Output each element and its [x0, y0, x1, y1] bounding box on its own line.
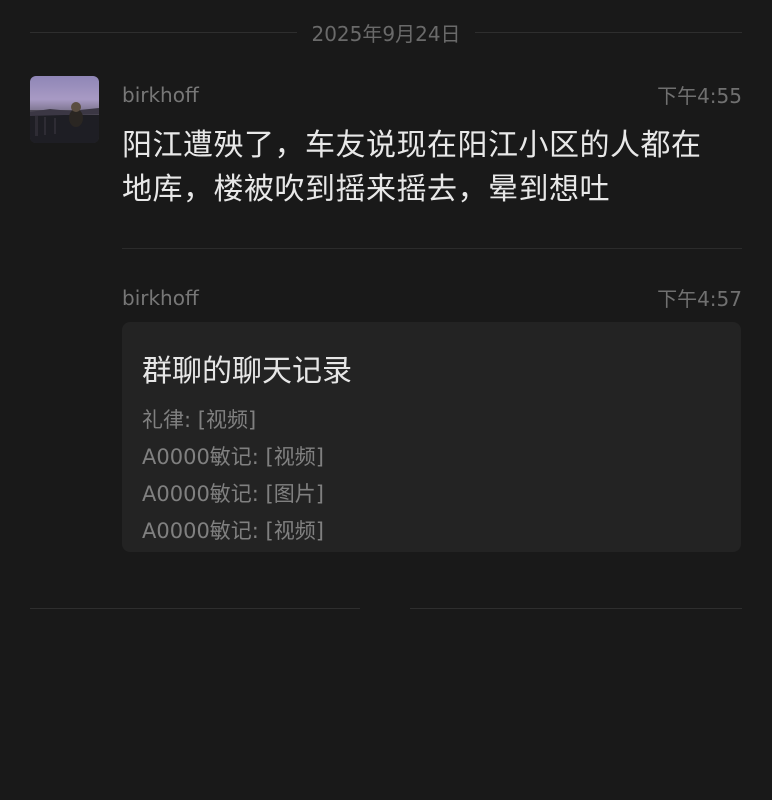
- divider-line-left: [30, 607, 360, 609]
- divider-line-right: [410, 607, 742, 609]
- sender-name[interactable]: birkhoff: [122, 83, 199, 107]
- message-time: 下午4:57: [657, 287, 742, 311]
- date-label: 2025年9月24日: [311, 21, 461, 46]
- sender-name[interactable]: birkhoff: [122, 286, 199, 310]
- avatar[interactable]: [30, 76, 99, 143]
- card-title: 群聊的聊天记录: [142, 354, 352, 389]
- card-line: A0000敏记: [视频]: [142, 445, 324, 469]
- message-header: birkhoff 下午4:55: [122, 80, 742, 109]
- message-text-line: 阳江遭殃了，车友说现在阳江小区的人都在: [122, 128, 702, 163]
- divider-line-right: [474, 31, 743, 33]
- divider-line-left: [30, 31, 298, 33]
- bottom-divider: [30, 607, 742, 609]
- message-header: birkhoff 下午4:57: [122, 283, 742, 312]
- date-divider: 2025年9月24日: [30, 14, 743, 50]
- message-separator: [122, 248, 742, 249]
- message-text-line: 地库，楼被吹到摇来摇去，晕到想吐: [122, 172, 610, 207]
- card-line: A0000敏记: [图片]: [142, 482, 324, 506]
- avatar-photo-icon: [30, 102, 99, 143]
- message-text: 阳江遭殃了，车友说现在阳江小区的人都在 地库，楼被吹到摇来摇去，晕到想吐: [122, 124, 747, 212]
- forwarded-chat-card[interactable]: 群聊的聊天记录 礼律: [视频] A0000敏记: [视频] A0000敏记: …: [122, 322, 741, 552]
- card-line: 礼律: [视频]: [142, 408, 257, 432]
- card-line: A0000敏记: [视频]: [142, 519, 324, 543]
- message-time: 下午4:55: [657, 84, 742, 108]
